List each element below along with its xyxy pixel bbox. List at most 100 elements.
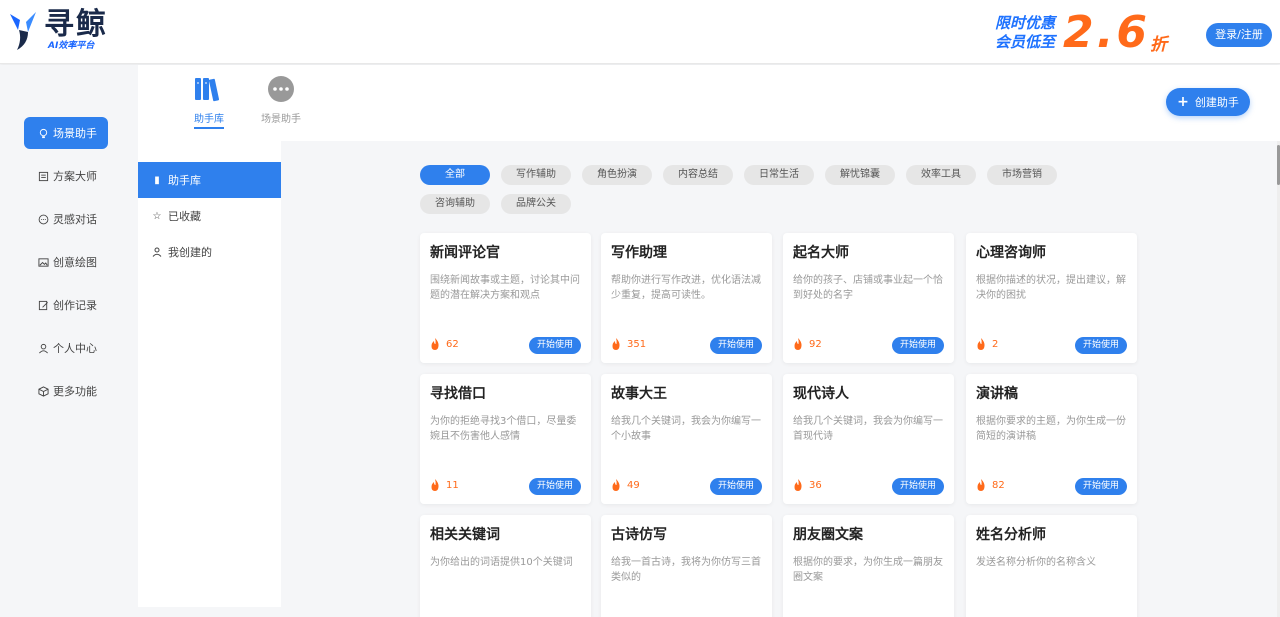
card-description: 为你给出的词语提供10个关键词 bbox=[430, 557, 573, 568]
left-sidebar: 场景助手 方案大师 灵感对话 创意绘图 创作记录 个人中心 更多功能 bbox=[0, 65, 138, 617]
promo-banner[interactable]: 限时优惠 会员低至 2.6 折 bbox=[995, 10, 1167, 56]
hot-value: 92 bbox=[809, 338, 822, 350]
subnav-label: 我创建的 bbox=[168, 246, 212, 259]
chat-icon bbox=[38, 214, 49, 224]
plus-icon: + bbox=[1177, 94, 1189, 110]
assistant-card[interactable]: 古诗仿写 给我一首古诗，我将为你仿写三首类似的 bbox=[601, 515, 772, 617]
start-using-button[interactable]: 开始使用 bbox=[1075, 337, 1127, 354]
fire-icon bbox=[612, 338, 620, 350]
hot-value: 351 bbox=[627, 338, 647, 350]
start-using-button[interactable]: 开始使用 bbox=[1075, 478, 1127, 495]
card-description: 根据你的要求，为你生成一篇朋友圈文案 bbox=[793, 557, 943, 583]
assistant-card[interactable]: 寻找借口 为你的拒绝寻找3个借口，尽量委婉且不伤害他人感情 11 开始使用 bbox=[420, 374, 591, 504]
hot-value: 49 bbox=[627, 479, 640, 491]
card-description: 给我一首古诗，我将为你仿写三首类似的 bbox=[611, 557, 761, 583]
card-hot-count: 11 bbox=[430, 479, 459, 491]
card-hot-count: 49 bbox=[611, 479, 640, 491]
start-using-button[interactable]: 开始使用 bbox=[710, 478, 762, 495]
category-chip[interactable]: 市场营销 bbox=[987, 165, 1057, 185]
assistant-card[interactable]: 心理咨询师 根据你描述的状况，提出建议，解决你的困扰 2 开始使用 bbox=[966, 233, 1137, 363]
login-button[interactable]: 登录/注册 bbox=[1206, 23, 1272, 47]
start-using-button[interactable]: 开始使用 bbox=[529, 337, 581, 354]
subnav-label: 助手库 bbox=[168, 174, 201, 187]
card-description: 发送名称分析你的名称含义 bbox=[976, 557, 1096, 568]
card-hot-count: 62 bbox=[430, 338, 459, 350]
card-description: 根据你描述的状况，提出建议，解决你的困扰 bbox=[976, 275, 1126, 301]
card-hot-count: 351 bbox=[611, 338, 646, 350]
start-using-button[interactable]: 开始使用 bbox=[892, 478, 944, 495]
assistant-card[interactable]: 姓名分析师 发送名称分析你的名称含义 bbox=[966, 515, 1137, 617]
hot-value: 36 bbox=[809, 479, 822, 491]
create-assistant-button[interactable]: + 创建助手 bbox=[1166, 88, 1250, 116]
sidebar-item-scene-assistant[interactable]: 场景助手 bbox=[24, 117, 108, 149]
sidebar-item-plan-master[interactable]: 方案大师 bbox=[24, 160, 108, 192]
sidebar-item-label: 灵感对话 bbox=[53, 213, 97, 226]
category-chip[interactable]: 内容总结 bbox=[663, 165, 733, 185]
card-title: 寻找借口 bbox=[430, 386, 486, 402]
card-description: 根据你要求的主题，为你生成一份简短的演讲稿 bbox=[976, 416, 1126, 442]
chat-bubble-icon bbox=[268, 76, 294, 102]
category-chip[interactable]: 效率工具 bbox=[906, 165, 976, 185]
assistant-grid-area: 全部 写作辅助 角色扮演 内容总结 日常生活 解忧锦囊 效率工具 市场营销 咨询… bbox=[281, 141, 1277, 617]
fire-icon bbox=[977, 338, 985, 350]
subnav-label: 已收藏 bbox=[168, 210, 201, 223]
logo-subtitle: AI效率平台 bbox=[48, 41, 95, 51]
card-description: 给你的孩子、店铺或事业起一个恰到好处的名字 bbox=[793, 275, 943, 301]
subnav-item-my-created[interactable]: 我创建的 bbox=[138, 234, 281, 270]
assistant-card[interactable]: 故事大王 给我几个关键词，我会为你编写一个小故事 49 开始使用 bbox=[601, 374, 772, 504]
assistant-card[interactable]: 写作助理 帮助你进行写作改进，优化语法减少重复，提高可读性。 351 开始使用 bbox=[601, 233, 772, 363]
card-hot-count: 82 bbox=[976, 479, 1005, 491]
sidebar-item-label: 创作记录 bbox=[53, 299, 97, 312]
tab-active-underline bbox=[194, 127, 224, 129]
hot-value: 11 bbox=[446, 479, 459, 491]
subnav-item-library[interactable]: ▮ 助手库 bbox=[138, 162, 281, 198]
user-icon bbox=[39, 343, 48, 353]
start-using-button[interactable]: 开始使用 bbox=[529, 478, 581, 495]
card-description: 围绕新闻故事或主题，讨论其中问题的潜在解决方案和观点 bbox=[430, 275, 580, 301]
assistant-card[interactable]: 起名大师 给你的孩子、店铺或事业起一个恰到好处的名字 92 开始使用 bbox=[783, 233, 954, 363]
person-icon bbox=[152, 247, 162, 257]
image-icon bbox=[38, 257, 49, 267]
book-icon: ▮ bbox=[154, 174, 160, 186]
category-chip[interactable]: 角色扮演 bbox=[582, 165, 652, 185]
sidebar-item-personal-center[interactable]: 个人中心 bbox=[24, 332, 108, 364]
sidebar-item-label: 个人中心 bbox=[53, 342, 97, 355]
fire-icon bbox=[431, 479, 439, 491]
tab-assistant-library[interactable]: 助手库 bbox=[179, 75, 239, 129]
logo[interactable]: 寻鲸 AI效率平台 bbox=[8, 10, 108, 52]
category-chip[interactable]: 品牌公关 bbox=[501, 194, 571, 214]
start-using-button[interactable]: 开始使用 bbox=[892, 337, 944, 354]
category-chip[interactable]: 咨询辅助 bbox=[420, 194, 490, 214]
top-header: 寻鲸 AI效率平台 限时优惠 会员低至 2.6 折 登录/注册 bbox=[0, 0, 1280, 64]
assistant-card[interactable]: 相关关键词 为你给出的词语提供10个关键词 bbox=[420, 515, 591, 617]
sidebar-item-inspiration-chat[interactable]: 灵感对话 bbox=[24, 203, 108, 235]
tab-scene-assistant[interactable]: 场景助手 bbox=[251, 75, 311, 125]
category-chip-all[interactable]: 全部 bbox=[420, 165, 490, 185]
assistant-card[interactable]: 新闻评论官 围绕新闻故事或主题，讨论其中问题的潜在解决方案和观点 62 开始使用 bbox=[420, 233, 591, 363]
promo-line1: 限时优惠 bbox=[995, 14, 1056, 32]
card-title: 演讲稿 bbox=[976, 386, 1018, 402]
assistant-card[interactable]: 演讲稿 根据你要求的主题，为你生成一份简短的演讲稿 82 开始使用 bbox=[966, 374, 1137, 504]
promo-value: 2.6 bbox=[1063, 7, 1150, 58]
fire-icon bbox=[431, 338, 439, 350]
fire-icon bbox=[977, 479, 985, 491]
card-title: 古诗仿写 bbox=[611, 527, 667, 543]
fire-icon bbox=[794, 479, 802, 491]
assistant-card[interactable]: 现代诗人 给我几个关键词，我会为你编写一首现代诗 36 开始使用 bbox=[783, 374, 954, 504]
sidebar-item-creative-drawing[interactable]: 创意绘图 bbox=[24, 246, 108, 278]
card-title: 起名大师 bbox=[793, 245, 849, 261]
subnav-item-favorites[interactable]: ☆ 已收藏 bbox=[138, 198, 281, 234]
sidebar-item-label: 方案大师 bbox=[53, 170, 97, 183]
category-chip[interactable]: 写作辅助 bbox=[501, 165, 571, 185]
category-chip[interactable]: 日常生活 bbox=[744, 165, 814, 185]
card-title: 写作助理 bbox=[611, 245, 667, 261]
assistant-card[interactable]: 朋友圈文案 根据你的要求，为你生成一篇朋友圈文案 bbox=[783, 515, 954, 617]
category-chip[interactable]: 解忧锦囊 bbox=[825, 165, 895, 185]
document-icon bbox=[38, 171, 49, 181]
sidebar-item-label: 场景助手 bbox=[53, 127, 97, 140]
sidebar-item-more-features[interactable]: 更多功能 bbox=[24, 375, 108, 407]
library-topbar: 助手库 场景助手 + 创建助手 bbox=[138, 65, 1280, 141]
card-title: 朋友圈文案 bbox=[793, 527, 863, 543]
start-using-button[interactable]: 开始使用 bbox=[710, 337, 762, 354]
sidebar-item-creation-records[interactable]: 创作记录 bbox=[24, 289, 108, 321]
